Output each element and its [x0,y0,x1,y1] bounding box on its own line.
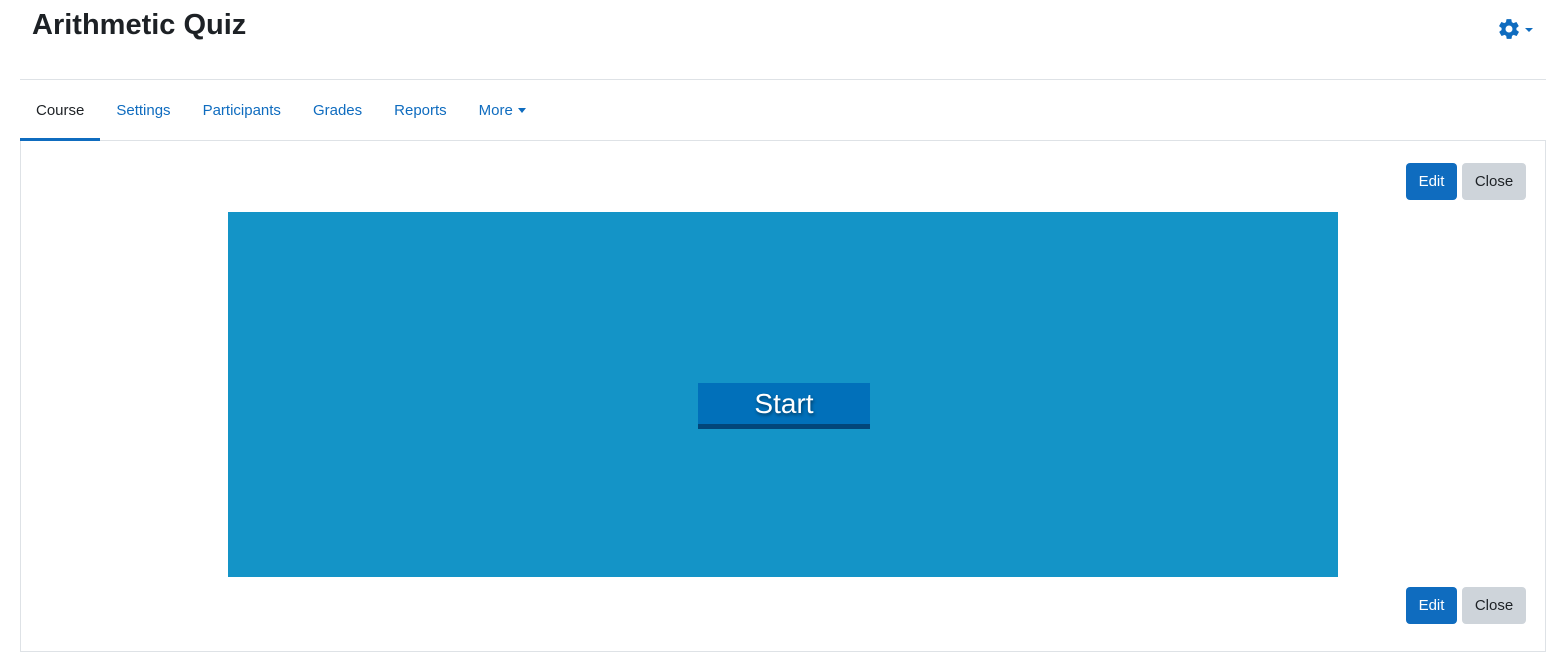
activity-stage: Start [228,212,1338,577]
edit-button[interactable]: Edit [1406,587,1457,624]
tab-participants[interactable]: Participants [187,80,297,140]
secondary-navigation: Course Settings Participants Grades Repo… [20,80,1546,141]
bottom-toolbar: Edit Close [1406,587,1526,624]
page-title: Arithmetic Quiz [32,9,247,41]
tab-label: Grades [312,101,363,119]
tab-label: More [478,101,513,119]
tab-label: Settings [116,101,171,119]
gear-icon [1499,19,1519,39]
caret-down-icon [1525,28,1533,32]
close-button[interactable]: Close [1462,587,1526,624]
start-button[interactable]: Start [698,383,870,429]
page: Arithmetic Quiz Course Settings Particip… [0,0,1555,663]
tab-reports[interactable]: Reports [378,80,463,140]
top-toolbar: Edit Close [1406,163,1526,200]
tab-grades[interactable]: Grades [297,80,378,140]
tab-settings[interactable]: Settings [100,80,186,140]
tab-more[interactable]: More [463,80,542,140]
tab-label: Participants [202,101,281,119]
caret-down-icon [517,108,526,113]
settings-menu-toggle[interactable] [1497,15,1541,43]
tab-label: Reports [394,101,447,119]
content-card: Edit Close Start Edit Close [20,141,1546,652]
edit-button[interactable]: Edit [1406,163,1457,200]
close-button[interactable]: Close [1462,163,1526,200]
tab-label: Course [36,101,85,119]
tab-course[interactable]: Course [20,80,101,141]
